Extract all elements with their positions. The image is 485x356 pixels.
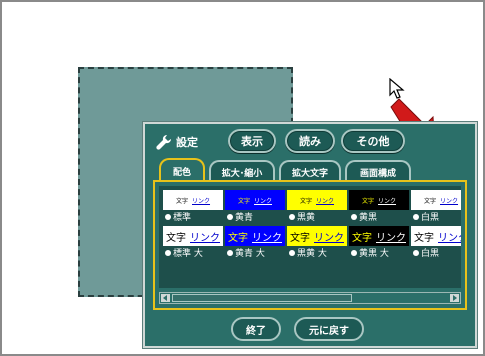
color-scheme-swatch[interactable]: 文字リンク [225,190,285,210]
tab-color[interactable]: 配色 [159,158,205,182]
option-label: 白黒 [421,213,440,223]
color-scheme-panel: 文字 リンク 標準 文字 リンク 黄青 文字 リンク 黒黄 文字 リンク 黄黒 文字 リンク 白黒 文字 リンク… [153,180,467,310]
tab-large-text[interactable]: 拡大文字 [279,160,341,182]
color-scheme-swatch[interactable]: 文字リンク [287,190,347,210]
swatch-link-sample: リンク [440,197,459,205]
swatch-text-sample: 文字 [228,232,248,244]
swatch-text-sample: 文字 [423,197,436,205]
color-scheme-option[interactable]: 黒黄 [289,210,315,223]
option-label: 黒黄 大 [297,249,327,259]
option-label: 黄青 [235,213,254,223]
swatch-link-sample: リンク [316,197,335,205]
color-scheme-option[interactable]: 黒黄 大 [289,246,327,259]
swatch-link-sample: リンク [376,232,406,244]
read-button[interactable]: 読み [285,129,335,153]
radio-icon[interactable] [351,249,357,256]
radio-icon[interactable] [413,213,419,220]
color-scheme-swatch[interactable]: 文字リンク [411,190,461,210]
horizontal-scrollbar[interactable] [159,292,461,304]
swatch-link-sample: リンク [252,232,282,244]
scroll-left-button[interactable] [161,294,170,302]
color-scheme-option[interactable]: 黄黒 [351,210,377,223]
option-label: 標準 [173,213,192,223]
swatch-link-sample: リンク [254,197,273,205]
radio-icon[interactable] [165,213,171,220]
color-scheme-option[interactable]: 白黒 [413,210,439,223]
radio-icon[interactable] [227,213,233,220]
swatch-link-sample: リンク [192,197,211,205]
color-scheme-swatch[interactable]: 文字リンク [349,190,409,210]
swatch-link-sample: リンク [190,232,220,244]
scroll-right-button[interactable] [450,294,459,302]
view-button[interactable]: 表示 [228,129,276,153]
swatch-text-sample: 文字 [166,232,186,244]
settings-dialog[interactable]: 設定 表示 読み その他 配色 拡大･縮小 拡大文字 画面構成 文字 リンク 標準文… [143,122,477,348]
swatch-link-sample: リンク [378,197,397,205]
scroll-thumb[interactable] [172,294,352,302]
reset-button[interactable]: 元に戻す [294,317,364,341]
swatch-text-sample: 文字 [290,232,310,244]
option-label: 黄青 大 [235,249,265,259]
option-label: 黄黒 [359,213,378,223]
color-scheme-option[interactable]: 標準 [165,210,191,223]
other-button[interactable]: その他 [341,129,405,153]
radio-icon[interactable] [351,213,357,220]
color-scheme-option[interactable]: 標準 大 [165,246,203,259]
color-scheme-swatch[interactable]: 文字リンク [225,226,285,246]
option-label: 白黒 [421,249,440,259]
swatch-text-sample: 文字 [299,197,312,205]
option-label: 黄黒 大 [359,249,389,259]
swatch-text-sample: 文字 [237,197,250,205]
color-scheme-swatch[interactable]: 文字リンク [287,226,347,246]
swatch-text-sample: 文字 [175,197,188,205]
exit-button[interactable]: 終了 [231,317,281,341]
color-scheme-swatch[interactable]: 文字リンク [163,226,223,246]
dialog-title-text: 設定 [176,136,198,149]
color-scheme-swatch[interactable]: 文字リンク [349,226,409,246]
swatch-link-sample: リンク [438,232,461,244]
radio-icon[interactable] [289,249,295,256]
radio-icon[interactable] [289,213,295,220]
option-label: 標準 大 [173,249,203,259]
dialog-title: 設定 [155,130,198,154]
radio-icon[interactable] [165,249,171,256]
color-scheme-option[interactable]: 白黒 [413,246,439,259]
color-scheme-list[interactable]: 文字 リンク 標準 文字 リンク 黄青 文字 リンク 黒黄 文字 リンク 黄黒 文字 リンク 白黒 文字 リンク… [159,186,461,288]
swatch-link-sample: リンク [314,232,344,244]
color-scheme-swatch[interactable]: 文字リンク [411,226,461,246]
color-scheme-option[interactable]: 黄青 大 [227,246,265,259]
option-label: 黒黄 [297,213,316,223]
tab-zoom[interactable]: 拡大･縮小 [209,160,275,182]
color-scheme-swatch[interactable]: 文字リンク [163,190,223,210]
radio-icon[interactable] [413,249,419,256]
radio-icon[interactable] [227,249,233,256]
swatch-text-sample: 文字 [361,197,374,205]
swatch-text-sample: 文字 [352,232,372,244]
color-scheme-option[interactable]: 黄黒 大 [351,246,389,259]
tab-layout[interactable]: 画面構成 [345,160,411,182]
swatch-text-sample: 文字 [414,232,434,244]
wrench-icon [155,133,173,151]
color-scheme-option[interactable]: 黄青 [227,210,253,223]
